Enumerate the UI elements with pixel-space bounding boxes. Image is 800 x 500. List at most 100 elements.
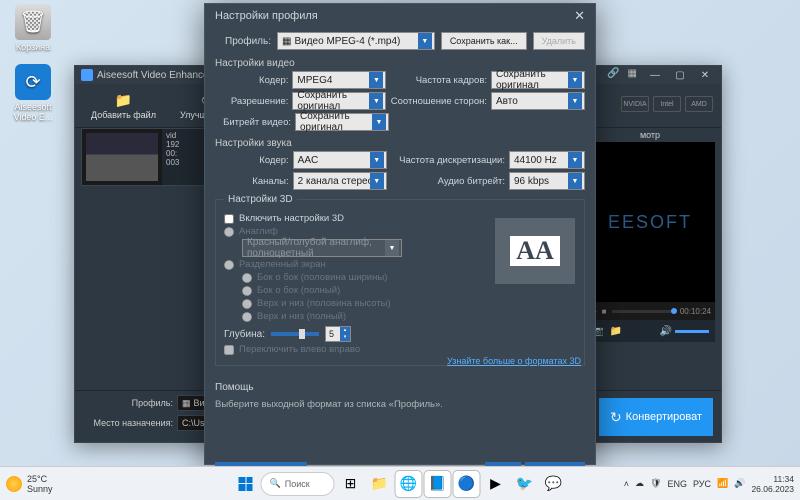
- window-title: Aiseesoft Video Enhancer: [97, 70, 212, 81]
- stop-button[interactable]: ■: [599, 307, 609, 316]
- chip-nvidia: NVIDIA: [621, 96, 649, 112]
- defender-icon[interactable]: 🛡: [650, 478, 661, 489]
- cond: Sunny: [27, 484, 53, 494]
- kb-layout[interactable]: РУС: [693, 479, 711, 489]
- volume-slider[interactable]: [675, 330, 709, 333]
- close-icon[interactable]: ✕: [574, 8, 585, 24]
- window-controls: — ▢ ✕: [643, 68, 717, 82]
- folder-icon[interactable]: 📁: [609, 326, 621, 337]
- preview-label: мотр: [585, 128, 715, 142]
- seek-slider[interactable]: [612, 310, 677, 313]
- tray-chevron-icon[interactable]: ˄: [624, 479, 629, 489]
- wifi-icon[interactable]: 📶: [717, 478, 728, 489]
- preview-video[interactable]: EESOFT: [585, 142, 715, 302]
- app1-icon[interactable]: 📘: [425, 471, 451, 497]
- delete-button[interactable]: Удалить: [533, 32, 585, 50]
- swap-lr-row: Переключить влево вправо: [224, 344, 576, 355]
- volume-control[interactable]: 🔊: [660, 326, 709, 337]
- split-radio: [224, 260, 234, 270]
- taskbar-center: 🔍 Поиск ⊞ 📁 🌐 📘 🔵 ▶ 🐦 💬: [234, 471, 567, 497]
- app-logo-icon: [81, 69, 93, 81]
- enable-3d-checkbox[interactable]: [224, 214, 234, 224]
- video-encoder-select[interactable]: MPEG4: [292, 71, 386, 89]
- brand-watermark: EESOFT: [608, 212, 692, 233]
- add-icon: 📁: [115, 92, 132, 109]
- depth-slider[interactable]: [271, 332, 319, 336]
- grid-icon[interactable]: ▦: [628, 68, 637, 79]
- explorer-icon[interactable]: 📁: [367, 471, 393, 497]
- anaglyph-mode-select: Красный/голубой анаглиф, полноцветный: [242, 239, 402, 257]
- opt2-radio: [242, 299, 252, 309]
- convert-button[interactable]: Конвертироват: [599, 398, 713, 436]
- recycle-bin[interactable]: 🗑 Корзина: [8, 4, 58, 52]
- start-button[interactable]: [234, 472, 258, 496]
- aspect-select[interactable]: Авто: [491, 92, 585, 110]
- minimize-button[interactable]: —: [643, 68, 667, 82]
- chip-amd: AMD: [685, 96, 713, 112]
- audio-section: Настройки звука Кодер: AAC Частота дискр…: [205, 134, 595, 190]
- taskview-icon[interactable]: ⊞: [338, 471, 364, 497]
- thumbnail: [82, 129, 162, 185]
- dialog-title: Настройки профиля: [215, 10, 318, 22]
- link-icon[interactable]: 🔗: [607, 68, 619, 79]
- profile-select[interactable]: ▦Видео MPEG-4 (*.mp4): [277, 32, 435, 50]
- help-text: Выберите выходной формат из списка «Проф…: [215, 399, 585, 410]
- video-section: Настройки видео Кодер: MPEG4 Частота кад…: [205, 54, 595, 131]
- app3-icon[interactable]: ▶: [483, 471, 509, 497]
- weather-widget[interactable]: 25°C Sunny: [6, 474, 53, 494]
- playbar: ▶ ■ 00:10:24: [585, 302, 715, 320]
- preview-panel: мотр EESOFT ▶ ■ 00:10:24 📷 📁 🔊: [585, 128, 715, 388]
- save-as-button[interactable]: Сохранить как...: [441, 32, 527, 50]
- audio-bitrate-select[interactable]: 96 kbps: [509, 172, 585, 190]
- taskbar: 25°C Sunny 🔍 Поиск ⊞ 📁 🌐 📘 🔵 ▶ 🐦 💬 ˄ ☁ 🛡…: [0, 466, 800, 500]
- bin-icon: 🗑: [15, 4, 51, 40]
- recycle-label: Корзина: [8, 42, 58, 52]
- audio-encoder-select[interactable]: AAC: [293, 151, 387, 169]
- help-title: Помощь: [215, 382, 585, 393]
- clock[interactable]: 11:34 26.06.2023: [751, 474, 794, 494]
- onedrive-icon[interactable]: ☁: [635, 478, 644, 489]
- close-button[interactable]: ✕: [693, 68, 717, 82]
- time-total: 00:10:24: [680, 307, 711, 316]
- lang-indicator[interactable]: ENG: [667, 479, 687, 489]
- aa-sample: AA: [510, 236, 560, 266]
- opt1-radio: [242, 286, 252, 296]
- system-tray: ˄ ☁ 🛡 ENG РУС 📶 🔊 11:34 26.06.2023: [624, 474, 794, 494]
- search-box[interactable]: 🔍 Поиск: [261, 472, 335, 496]
- app2-icon[interactable]: 🔵: [454, 471, 480, 497]
- depth-spinner[interactable]: 5: [325, 326, 351, 342]
- file-list: vid 192 00: 003: [81, 128, 217, 390]
- profile-label: Профиль:: [83, 398, 173, 408]
- edge-icon[interactable]: 🌐: [396, 471, 422, 497]
- temp: 25°C: [27, 474, 53, 484]
- audio-section-title: Настройки звука: [215, 138, 585, 149]
- add-file-button[interactable]: 📁 Добавить файл: [91, 92, 156, 120]
- profile-settings-dialog: Настройки профиля ✕ Профиль: ▦Видео MPEG…: [204, 3, 596, 465]
- video-bitrate-select[interactable]: Сохранить оригинал: [295, 113, 389, 131]
- swap-checkbox: [224, 345, 234, 355]
- file-item[interactable]: vid 192 00: 003: [81, 128, 217, 186]
- samplerate-select[interactable]: 44100 Hz: [509, 151, 585, 169]
- sun-icon: [6, 476, 22, 492]
- fps-select[interactable]: Сохранить оригинал: [491, 71, 585, 89]
- learn-3d-link[interactable]: Узнайте больше о форматах 3D: [447, 356, 581, 366]
- preview-tools: 📷 📁 🔊: [585, 320, 715, 342]
- app-label: Aiseesoft Video E...: [8, 102, 58, 122]
- dest-label: Место назначения:: [83, 418, 173, 428]
- volume-icon[interactable]: 🔊: [734, 478, 745, 489]
- help-section: Помощь Выберите выходной формат из списк…: [215, 382, 585, 410]
- app-shortcut[interactable]: Aiseesoft Video E...: [8, 64, 58, 122]
- app-icon: [15, 64, 51, 100]
- app5-icon[interactable]: 💬: [541, 471, 567, 497]
- video-section-title: Настройки видео: [215, 58, 585, 69]
- dialog-titlebar: Настройки профиля ✕: [205, 4, 595, 28]
- gpu-chips: NVIDIA Intel AMD: [621, 96, 713, 112]
- profile-label: Профиль:: [215, 36, 271, 47]
- channels-select[interactable]: 2 канала стерео: [293, 172, 387, 190]
- title-extra-icons: 🔗 ▦: [607, 68, 637, 79]
- resolution-select[interactable]: Сохранить оригинал: [292, 92, 386, 110]
- app4-icon[interactable]: 🐦: [512, 471, 538, 497]
- maximize-button[interactable]: ▢: [668, 68, 692, 82]
- depth-label: Глубина:: [224, 329, 265, 340]
- anaglyph-radio: [224, 227, 234, 237]
